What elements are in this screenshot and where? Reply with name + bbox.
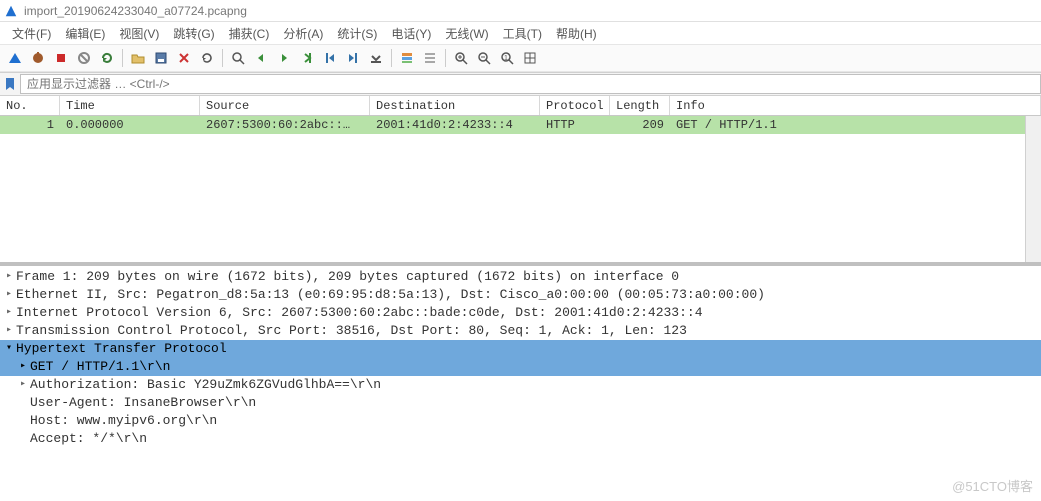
go-back-icon[interactable] xyxy=(250,47,272,69)
detail-text: Accept: */*\r\n xyxy=(30,430,1039,448)
go-first-icon[interactable] xyxy=(319,47,341,69)
close-file-icon[interactable] xyxy=(173,47,195,69)
title-bar: import_20190624233040_a07724.pcapng xyxy=(0,0,1041,22)
resize-all-icon[interactable] xyxy=(519,47,541,69)
packet-list-header[interactable]: No. Time Source Destination Protocol Len… xyxy=(0,96,1041,116)
packet-list-pane: No. Time Source Destination Protocol Len… xyxy=(0,96,1041,266)
packet-details-pane[interactable]: ▸Frame 1: 209 bytes on wire (1672 bits),… xyxy=(0,266,1041,476)
toolbar: 1 xyxy=(0,44,1041,72)
menu-item[interactable]: 捕获(C) xyxy=(223,23,276,44)
col-source[interactable]: Source xyxy=(200,96,370,115)
bookmark-icon[interactable] xyxy=(0,77,20,91)
detail-text: Transmission Control Protocol, Src Port:… xyxy=(16,322,1039,340)
interfaces-icon[interactable] xyxy=(4,47,26,69)
restart-capture-icon[interactable] xyxy=(96,47,118,69)
detail-text: Hypertext Transfer Protocol xyxy=(16,340,1039,358)
detail-text: Host: www.myipv6.org\r\n xyxy=(30,412,1039,430)
detail-row[interactable]: User-Agent: InsaneBrowser\r\n xyxy=(0,394,1041,412)
zoom-in-icon[interactable] xyxy=(450,47,472,69)
chevron-right-icon[interactable]: ▸ xyxy=(16,358,30,376)
go-forward-icon[interactable] xyxy=(273,47,295,69)
detail-row[interactable]: ▸Transmission Control Protocol, Src Port… xyxy=(0,322,1041,340)
stop-capture-icon[interactable] xyxy=(73,47,95,69)
menu-item[interactable]: 视图(V) xyxy=(113,23,165,44)
window-title: import_20190624233040_a07724.pcapng xyxy=(24,4,247,18)
zoom-reset-icon[interactable]: 1 xyxy=(496,47,518,69)
col-no[interactable]: No. xyxy=(0,96,60,115)
go-to-packet-icon[interactable] xyxy=(296,47,318,69)
packet-list-body[interactable]: 10.0000002607:5300:60:2abc::…2001:41d0:2… xyxy=(0,116,1041,262)
menu-item[interactable]: 帮助(H) xyxy=(550,23,603,44)
svg-text:1: 1 xyxy=(504,55,508,62)
separator xyxy=(222,49,223,67)
col-time[interactable]: Time xyxy=(60,96,200,115)
col-info[interactable]: Info xyxy=(670,96,1041,115)
menu-item[interactable]: 统计(S) xyxy=(331,23,383,44)
open-file-icon[interactable] xyxy=(127,47,149,69)
save-file-icon[interactable] xyxy=(150,47,172,69)
detail-text: Ethernet II, Src: Pegatron_d8:5a:13 (e0:… xyxy=(16,286,1039,304)
chevron-right-icon[interactable]: ▸ xyxy=(2,322,16,340)
reload-icon[interactable] xyxy=(196,47,218,69)
menu-item[interactable]: 电话(Y) xyxy=(385,23,437,44)
detail-row[interactable]: Host: www.myipv6.org\r\n xyxy=(0,412,1041,430)
detail-text: Authorization: Basic Y29uZmk6ZGVudGlhbA=… xyxy=(30,376,1039,394)
scrollbar[interactable] xyxy=(1025,116,1041,262)
detail-row[interactable]: ▸GET / HTTP/1.1\r\n xyxy=(0,358,1041,376)
resize-columns-icon[interactable] xyxy=(419,47,441,69)
detail-text: Internet Protocol Version 6, Src: 2607:5… xyxy=(16,304,1039,322)
separator xyxy=(122,49,123,67)
col-protocol[interactable]: Protocol xyxy=(540,96,610,115)
detail-row[interactable]: Accept: */*\r\n xyxy=(0,430,1041,448)
chevron-down-icon[interactable]: ▾ xyxy=(2,340,16,358)
chevron-right-icon[interactable]: ▸ xyxy=(2,268,16,286)
detail-row[interactable]: ▸Internet Protocol Version 6, Src: 2607:… xyxy=(0,304,1041,322)
display-filter-input[interactable] xyxy=(20,74,1041,94)
detail-text: Frame 1: 209 bytes on wire (1672 bits), … xyxy=(16,268,1039,286)
watermark: @51CTO博客 xyxy=(952,476,1033,495)
menu-item[interactable]: 文件(F) xyxy=(6,23,57,44)
chevron-right-icon[interactable]: ▸ xyxy=(2,304,16,322)
packet-row[interactable]: 10.0000002607:5300:60:2abc::…2001:41d0:2… xyxy=(0,116,1041,134)
capture-options-icon[interactable] xyxy=(27,47,49,69)
chevron-right-icon[interactable]: ▸ xyxy=(16,376,30,394)
app-logo-icon xyxy=(4,4,18,18)
menu-bar: 文件(F)编辑(E)视图(V)跳转(G)捕获(C)分析(A)统计(S)电话(Y)… xyxy=(0,22,1041,44)
auto-scroll-icon[interactable] xyxy=(365,47,387,69)
find-icon[interactable] xyxy=(227,47,249,69)
menu-item[interactable]: 分析(A) xyxy=(277,23,329,44)
zoom-out-icon[interactable] xyxy=(473,47,495,69)
chevron-right-icon[interactable]: ▸ xyxy=(2,286,16,304)
col-length[interactable]: Length xyxy=(610,96,670,115)
detail-text: GET / HTTP/1.1\r\n xyxy=(30,358,1039,376)
colorize-icon[interactable] xyxy=(396,47,418,69)
start-capture-icon[interactable] xyxy=(50,47,72,69)
menu-item[interactable]: 跳转(G) xyxy=(167,23,220,44)
menu-item[interactable]: 无线(W) xyxy=(439,23,494,44)
detail-row[interactable]: ▸Authorization: Basic Y29uZmk6ZGVudGlhbA… xyxy=(0,376,1041,394)
detail-row[interactable]: ▸Ethernet II, Src: Pegatron_d8:5a:13 (e0… xyxy=(0,286,1041,304)
menu-item[interactable]: 编辑(E) xyxy=(59,23,111,44)
separator xyxy=(445,49,446,67)
menu-item[interactable]: 工具(T) xyxy=(497,23,548,44)
separator xyxy=(391,49,392,67)
detail-text: User-Agent: InsaneBrowser\r\n xyxy=(30,394,1039,412)
filter-bar xyxy=(0,72,1041,96)
col-dest[interactable]: Destination xyxy=(370,96,540,115)
detail-row[interactable]: ▸Frame 1: 209 bytes on wire (1672 bits),… xyxy=(0,268,1041,286)
go-last-icon[interactable] xyxy=(342,47,364,69)
detail-row[interactable]: ▾Hypertext Transfer Protocol xyxy=(0,340,1041,358)
